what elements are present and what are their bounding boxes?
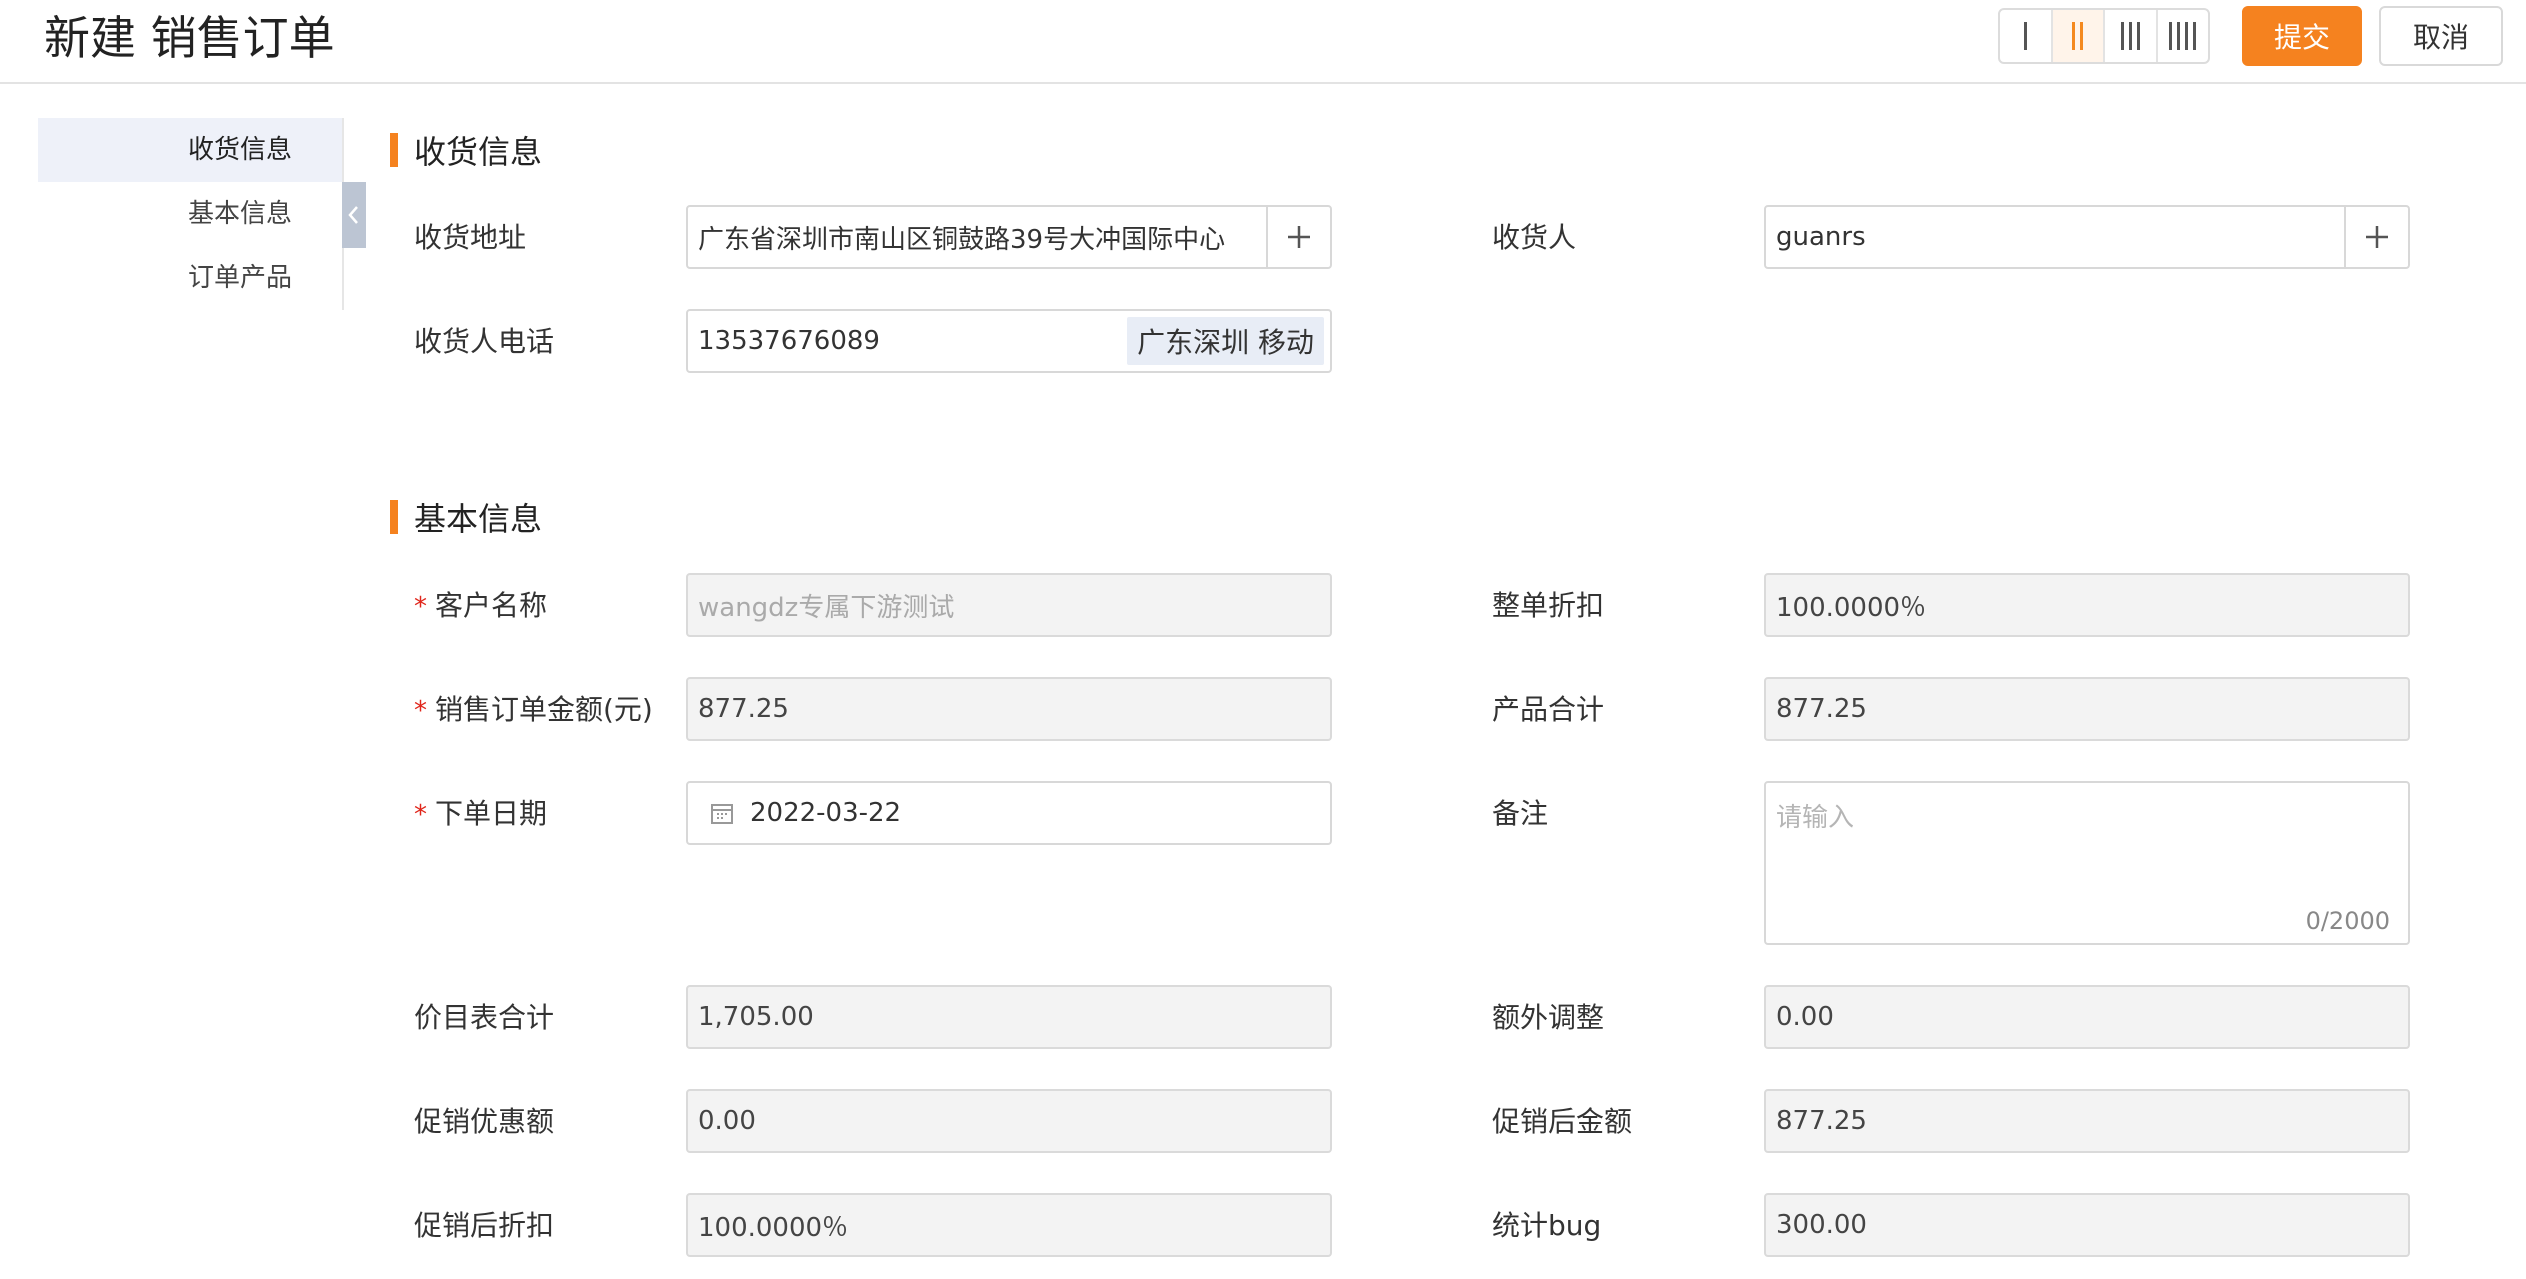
section-nav: 收货信息 基本信息 订单产品	[38, 118, 344, 310]
nav-item-shipping-info[interactable]: 收货信息	[38, 118, 342, 182]
product-total-value: 877.25	[1776, 694, 1867, 724]
address-field[interactable]: 广东省深圳市南山区铜鼓路39号大冲国际中心	[686, 205, 1332, 269]
calendar-icon	[711, 804, 733, 824]
nav-item-order-products[interactable]: 订单产品	[38, 246, 342, 310]
layout-column-switch	[1998, 8, 2210, 64]
promo-discount-field: 0.00	[686, 1089, 1332, 1153]
product-total-label: 产品合计	[1492, 693, 1605, 726]
extra-adjust-value: 0.00	[1776, 1002, 1834, 1032]
required-mark: *	[414, 592, 427, 622]
address-value: 广东省深圳市南山区铜鼓路39号大冲国际中心	[698, 224, 1226, 255]
receiver-add-button[interactable]	[2344, 207, 2408, 267]
page-title: 新建 销售订单	[44, 11, 335, 65]
product-total-field: 877.25	[1764, 677, 2410, 741]
promo-rate-value: 100.0000％	[698, 1212, 849, 1243]
layout-one-column-button[interactable]	[2000, 10, 2053, 62]
remark-label: 备注	[1492, 797, 1549, 830]
phone-field[interactable]: 13537676089 广东深圳 移动	[686, 309, 1332, 373]
layout-two-column-button[interactable]	[2052, 10, 2105, 62]
four-column-icon	[2169, 22, 2197, 50]
remark-char-count: 0/2000	[2305, 907, 2390, 935]
two-column-icon	[2072, 22, 2084, 50]
chevron-left-icon	[348, 206, 358, 224]
submit-button[interactable]: 提交	[2242, 6, 2362, 66]
promo-rate-label: 促销后折扣	[414, 1209, 555, 1242]
stat-bug-label: 统计bug	[1492, 1209, 1602, 1242]
section-basic-title: 基本信息	[414, 500, 543, 538]
phone-value: 13537676089	[698, 326, 880, 356]
customer-name-field: wangdz专属下游测试	[686, 573, 1332, 637]
promo-discount-label: 促销优惠额	[414, 1105, 555, 1138]
pricelist-total-value: 1,705.00	[698, 1002, 814, 1032]
customer-name-value: wangdz专属下游测试	[698, 592, 955, 623]
pricelist-total-field: 1,705.00	[686, 985, 1332, 1049]
nav-item-basic-info[interactable]: 基本信息	[38, 182, 342, 246]
section-shipping-header: 收货信息	[390, 130, 543, 171]
order-amount-label: * 销售订单金额(元)	[414, 693, 653, 726]
address-add-button[interactable]	[1266, 207, 1330, 267]
promo-discount-value: 0.00	[698, 1106, 756, 1136]
required-mark: *	[414, 800, 427, 830]
phone-label: 收货人电话	[414, 325, 555, 358]
customer-name-label: * 客户名称	[414, 589, 548, 622]
section-accent-bar	[390, 500, 398, 534]
plus-icon	[1288, 226, 1310, 248]
extra-adjust-label: 额外调整	[1492, 1001, 1605, 1034]
plus-icon	[2366, 226, 2388, 248]
extra-adjust-field: 0.00	[1764, 985, 2410, 1049]
promo-amount-value: 877.25	[1776, 1106, 1867, 1136]
receiver-label: 收货人	[1492, 221, 1577, 254]
phone-carrier-tag: 广东深圳 移动	[1127, 317, 1324, 365]
promo-rate-field: 100.0000％	[686, 1193, 1332, 1257]
required-mark: *	[414, 696, 427, 726]
order-amount-field: 877.25	[686, 677, 1332, 741]
cancel-button[interactable]: 取消	[2379, 6, 2503, 66]
stat-bug-field: 300.00	[1764, 1193, 2410, 1257]
stat-bug-value: 300.00	[1776, 1210, 1867, 1240]
receiver-value: guanrs	[1776, 222, 1866, 252]
pricelist-total-label: 价目表合计	[414, 1001, 555, 1034]
remark-placeholder: 请输入	[1776, 803, 1855, 833]
section-shipping-title: 收货信息	[414, 133, 543, 171]
order-amount-value: 877.25	[698, 694, 789, 724]
order-date-value: 2022-03-22	[750, 798, 902, 828]
page-header: 新建 销售订单 提交 取消	[0, 0, 2526, 84]
promo-amount-label: 促销后金额	[1492, 1105, 1633, 1138]
nav-collapse-handle[interactable]	[342, 182, 366, 248]
order-discount-label: 整单折扣	[1492, 589, 1605, 622]
one-column-icon	[2023, 22, 2027, 50]
promo-amount-field: 877.25	[1764, 1089, 2410, 1153]
section-basic-header: 基本信息	[390, 497, 543, 538]
layout-three-column-button[interactable]	[2105, 10, 2158, 62]
receiver-field[interactable]: guanrs	[1764, 205, 2410, 269]
layout-four-column-button[interactable]	[2158, 10, 2209, 62]
three-column-icon	[2120, 22, 2140, 50]
order-discount-field: 100.0000％	[1764, 573, 2410, 637]
order-date-picker[interactable]: 2022-03-22	[686, 781, 1332, 845]
order-date-label: * 下单日期	[414, 797, 548, 830]
remark-textarea[interactable]: 请输入 0/2000	[1764, 781, 2410, 945]
address-label: 收货地址	[414, 221, 527, 254]
section-accent-bar	[390, 133, 398, 167]
order-discount-value: 100.0000％	[1776, 592, 1927, 623]
